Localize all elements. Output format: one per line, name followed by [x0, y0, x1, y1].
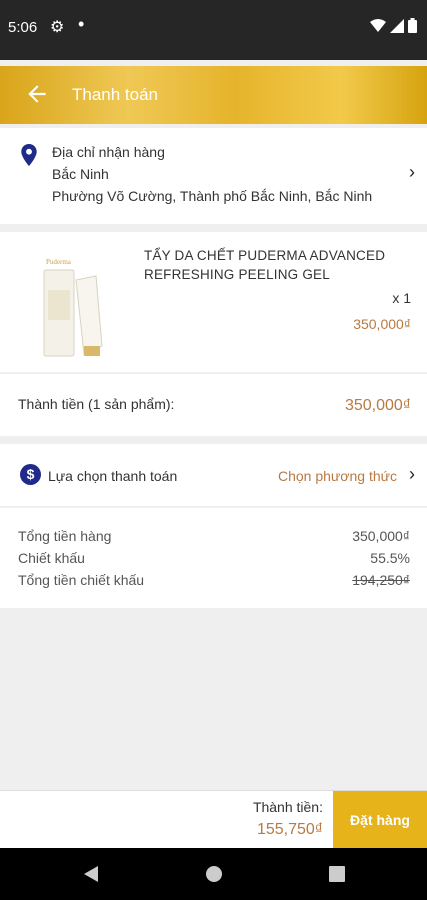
- summary-value: 194,250₫: [352, 572, 410, 588]
- summary-label: Tổng tiền chiết khấu: [18, 572, 145, 588]
- recents-nav-icon[interactable]: [328, 864, 346, 884]
- summary-label: Chiết khấu: [18, 550, 85, 566]
- chevron-right-icon: ›: [409, 464, 415, 484]
- wifi-icon: [370, 18, 386, 32]
- choose-payment-method-link[interactable]: Chọn phương thức: [278, 468, 397, 484]
- summary-label: Tổng tiền hàng: [18, 528, 112, 544]
- navigation-bar: [0, 848, 427, 900]
- product-image: Puderma: [43, 258, 103, 357]
- home-nav-icon[interactable]: [205, 864, 223, 884]
- subtotal-value: 350,000₫: [344, 397, 411, 414]
- settings-gear-icon: ⚙: [50, 19, 65, 36]
- total-label: Thành tiền:: [252, 799, 323, 815]
- summary-value: 350,000₫: [352, 528, 410, 544]
- battery-icon: [408, 18, 417, 33]
- checkout-footer: Thành tiền: 155,750₫ Đặt hàng: [0, 790, 427, 849]
- back-arrow-icon[interactable]: [24, 81, 50, 107]
- product-price: 350,000₫: [353, 316, 411, 332]
- system-icons: [370, 18, 417, 33]
- status-time: 5:06: [8, 19, 38, 36]
- place-order-button[interactable]: Đặt hàng: [333, 791, 427, 849]
- product-item: Puderma TẨY DA CHẾT PUDERMA ADVANCED REF…: [0, 232, 427, 372]
- product-name: TẨY DA CHẾT PUDERMA ADVANCED REFRESHING …: [144, 248, 386, 282]
- subtotal-label: Thành tiền (1 sản phẩm):: [18, 396, 175, 412]
- order-summary: Tổng tiền hàng 350,000₫ Chiết khấu 55.5%…: [0, 508, 427, 608]
- payment-label: Lựa chọn thanh toán: [48, 468, 178, 484]
- payment-method-row[interactable]: $ Lựa chọn thanh toán Chọn phương thức ›: [0, 444, 427, 506]
- summary-row-discount: Chiết khấu 55.5%: [18, 550, 410, 566]
- address-detail: Phường Võ Cường, Thành phố Bắc Ninh, Bắc…: [52, 188, 373, 204]
- notification-dot-icon: •: [78, 14, 85, 34]
- subtotal-row: Thành tiền (1 sản phẩm): 350,000₫: [0, 374, 427, 436]
- svg-text:Puderma: Puderma: [46, 258, 72, 266]
- summary-value: 55.5%: [370, 550, 410, 566]
- status-bar: 5:06 ⚙ •: [0, 0, 427, 60]
- dollar-icon: $: [20, 464, 41, 485]
- app-bar: Thanh toán: [0, 66, 427, 124]
- shipping-address-card[interactable]: Địa chỉ nhận hàng Bắc Ninh Phường Võ Cườ…: [0, 128, 427, 224]
- total-value: 155,750₫: [256, 821, 323, 838]
- address-label: Địa chỉ nhận hàng: [52, 144, 165, 160]
- signal-icon: [390, 18, 404, 33]
- summary-row-discount-total: Tổng tiền chiết khấu 194,250₫: [18, 572, 410, 588]
- chevron-right-icon: ›: [409, 162, 415, 182]
- back-nav-icon[interactable]: [82, 864, 100, 884]
- location-pin-icon: [21, 144, 37, 166]
- product-quantity: x 1: [392, 290, 411, 306]
- page-title: Thanh toán: [72, 85, 159, 104]
- address-city: Bắc Ninh: [52, 166, 109, 182]
- summary-row-goods-total: Tổng tiền hàng 350,000₫: [18, 528, 410, 544]
